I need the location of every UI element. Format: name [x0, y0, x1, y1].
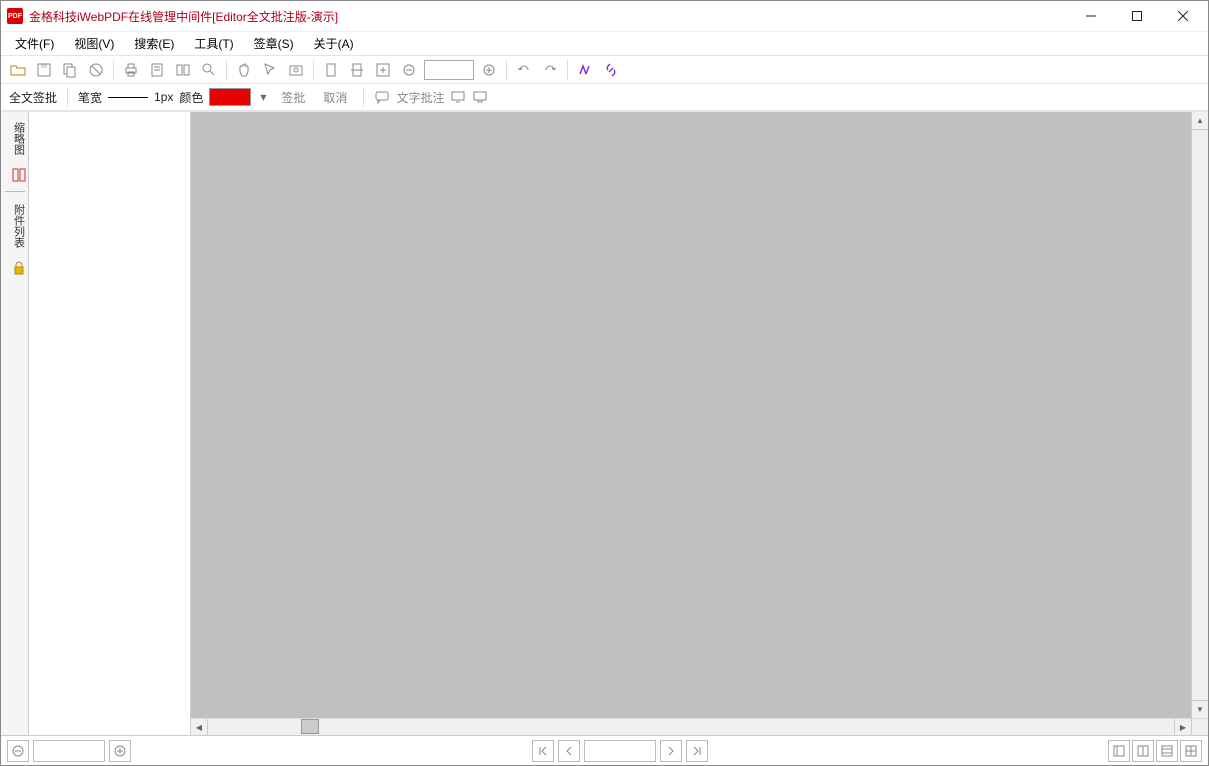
- color-label: 颜色: [179, 89, 203, 106]
- fit-width-button[interactable]: [345, 58, 369, 82]
- side-tab-attachments[interactable]: 附件列表: [3, 198, 27, 254]
- rotate-right-button[interactable]: [538, 58, 562, 82]
- zoom-out-status-button[interactable]: [7, 740, 29, 762]
- menu-tools[interactable]: 工具(T): [184, 32, 243, 55]
- print-button[interactable]: [119, 58, 143, 82]
- separator: [113, 60, 114, 80]
- scroll-right-button[interactable]: ▶: [1174, 719, 1191, 736]
- status-left: [7, 740, 131, 762]
- next-page-button[interactable]: [660, 740, 682, 762]
- zoom-field[interactable]: [424, 60, 474, 80]
- first-page-button[interactable]: [532, 740, 554, 762]
- app-icon: PDF: [7, 8, 23, 24]
- horizontal-scrollbar[interactable]: ◀ ▶: [191, 719, 1191, 735]
- status-right: [1108, 740, 1202, 762]
- view-single-button[interactable]: [1108, 740, 1130, 762]
- maximize-button[interactable]: [1114, 1, 1160, 31]
- close-button[interactable]: [1160, 1, 1206, 31]
- comment-icon: [374, 89, 390, 105]
- text-annotate-button[interactable]: 文字批注: [396, 89, 444, 106]
- find-button[interactable]: [171, 58, 195, 82]
- window-buttons: [1068, 1, 1206, 31]
- horizontal-scrollbar-row: ◀ ▶: [191, 718, 1208, 735]
- zoom-plus-button[interactable]: [477, 58, 501, 82]
- rotate-left-button[interactable]: [512, 58, 536, 82]
- document-button[interactable]: [145, 58, 169, 82]
- content-area: 缩略图 附件列表 ◀ ▶: [1, 111, 1208, 735]
- title-bar: PDF 金格科技iWebPDF在线管理中间件[Editor全文批注版-演示]: [1, 1, 1208, 31]
- search-button[interactable]: [197, 58, 221, 82]
- link-button[interactable]: [599, 58, 623, 82]
- zoom-in-button[interactable]: [371, 58, 395, 82]
- snapshot-button[interactable]: [284, 58, 308, 82]
- menu-view[interactable]: 视图(V): [64, 32, 124, 55]
- pen-width-label: 笔宽: [78, 89, 102, 106]
- approve-button[interactable]: 签批: [275, 87, 311, 108]
- scroll-thumb[interactable]: [301, 719, 319, 734]
- fulltext-annotate-label[interactable]: 全文签批: [9, 89, 57, 106]
- side-tab-thumbnails[interactable]: 缩略图: [3, 116, 27, 161]
- window-title: 金格科技iWebPDF在线管理中间件[Editor全文批注版-演示]: [29, 8, 1068, 25]
- vertical-scrollbar[interactable]: [1191, 112, 1208, 718]
- viewer-wrap: ◀ ▶: [191, 112, 1208, 735]
- status-center: [131, 740, 1108, 762]
- minimize-button[interactable]: [1068, 1, 1114, 31]
- zoom-status-field[interactable]: [33, 740, 105, 762]
- view-facing-button[interactable]: [1132, 740, 1154, 762]
- menu-stamp[interactable]: 签章(S): [244, 32, 304, 55]
- main-toolbar: [1, 55, 1208, 83]
- annotation-toolbar: 全文签批 笔宽 1px 颜色 ▾ 签批 取消 文字批注: [1, 83, 1208, 111]
- screen-icon[interactable]: [450, 89, 466, 105]
- monitor-icon[interactable]: [472, 89, 488, 105]
- reject-button[interactable]: [84, 58, 108, 82]
- separator: [506, 60, 507, 80]
- pen-width-value: 1px: [154, 90, 173, 104]
- view-grid-button[interactable]: [1180, 740, 1202, 762]
- view-continuous-button[interactable]: [1156, 740, 1178, 762]
- zoom-in-status-button[interactable]: [109, 740, 131, 762]
- color-swatch[interactable]: [209, 88, 251, 106]
- status-bar: [1, 735, 1208, 765]
- side-tab-lock-icon[interactable]: [3, 256, 27, 278]
- separator: [226, 60, 227, 80]
- separator: [67, 87, 68, 107]
- separator: [313, 60, 314, 80]
- separator: [567, 60, 568, 80]
- select-tool-button[interactable]: [258, 58, 282, 82]
- copy-button[interactable]: [58, 58, 82, 82]
- last-page-button[interactable]: [686, 740, 708, 762]
- menu-about[interactable]: 关于(A): [304, 32, 364, 55]
- side-tab-bookmark-icon[interactable]: [3, 163, 27, 185]
- save-button[interactable]: [32, 58, 56, 82]
- scroll-corner: [1191, 719, 1208, 735]
- color-dropdown-button[interactable]: ▾: [257, 90, 269, 104]
- prev-page-button[interactable]: [558, 740, 580, 762]
- document-viewer[interactable]: [191, 112, 1191, 718]
- menu-bar: 文件(F) 视图(V) 搜索(E) 工具(T) 签章(S) 关于(A): [1, 31, 1208, 55]
- menu-file[interactable]: 文件(F): [5, 32, 64, 55]
- zoom-out-button[interactable]: [397, 58, 421, 82]
- scroll-left-button[interactable]: ◀: [191, 719, 208, 736]
- open-button[interactable]: [6, 58, 30, 82]
- settings-button[interactable]: [573, 58, 597, 82]
- side-tab-divider: [5, 191, 25, 192]
- menu-search[interactable]: 搜索(E): [124, 32, 184, 55]
- single-page-button[interactable]: [319, 58, 343, 82]
- page-number-field[interactable]: [584, 740, 656, 762]
- cancel-button[interactable]: 取消: [317, 87, 353, 108]
- separator: [363, 87, 364, 107]
- hand-tool-button[interactable]: [232, 58, 256, 82]
- pen-width-preview: [108, 97, 148, 98]
- side-tabs: 缩略图 附件列表: [1, 112, 29, 735]
- thumbnail-panel: [29, 112, 191, 735]
